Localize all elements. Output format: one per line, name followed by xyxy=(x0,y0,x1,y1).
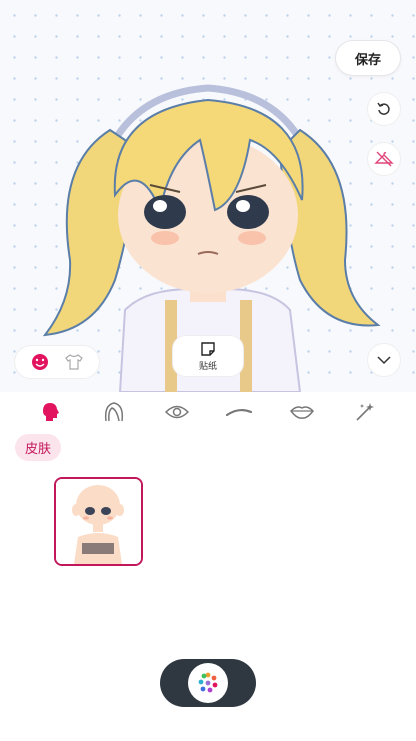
sticker-button[interactable]: 贴纸 xyxy=(172,335,244,377)
face-icon[interactable] xyxy=(31,353,49,371)
tab-effects[interactable] xyxy=(347,396,383,428)
hide-clothes-button[interactable] xyxy=(367,142,401,176)
undo-icon xyxy=(377,102,390,115)
tab-head[interactable] xyxy=(33,396,69,428)
palette-button[interactable] xyxy=(188,663,228,703)
magic-wand-icon xyxy=(356,403,374,421)
color-palette-icon xyxy=(198,672,218,693)
tab-hair[interactable] xyxy=(96,396,132,428)
eye-icon xyxy=(164,405,189,419)
hair-icon xyxy=(104,402,124,422)
hanger-off-icon xyxy=(374,151,394,167)
tab-eyes[interactable] xyxy=(159,396,195,428)
bottom-dock xyxy=(160,659,256,707)
skin-thumbnail xyxy=(56,479,141,564)
category-tabs xyxy=(0,392,416,432)
view-mode-toggle[interactable] xyxy=(14,345,100,379)
skin-option-card[interactable] xyxy=(54,477,143,566)
mouth-icon xyxy=(289,406,314,419)
reset-button[interactable] xyxy=(367,92,401,126)
tab-mouth[interactable] xyxy=(284,396,320,428)
head-icon xyxy=(43,403,60,421)
chevron-down-icon xyxy=(377,356,391,365)
save-button[interactable]: 保存 xyxy=(335,40,401,76)
collapse-button[interactable] xyxy=(367,343,401,377)
eyebrow-icon xyxy=(226,408,253,417)
shirt-icon[interactable] xyxy=(64,353,84,371)
sticker-label: 贴纸 xyxy=(198,361,217,372)
tab-eyebrows[interactable] xyxy=(221,396,257,428)
sticker-icon xyxy=(201,341,215,356)
subcategory-chip-skin[interactable]: 皮肤 xyxy=(15,434,61,461)
